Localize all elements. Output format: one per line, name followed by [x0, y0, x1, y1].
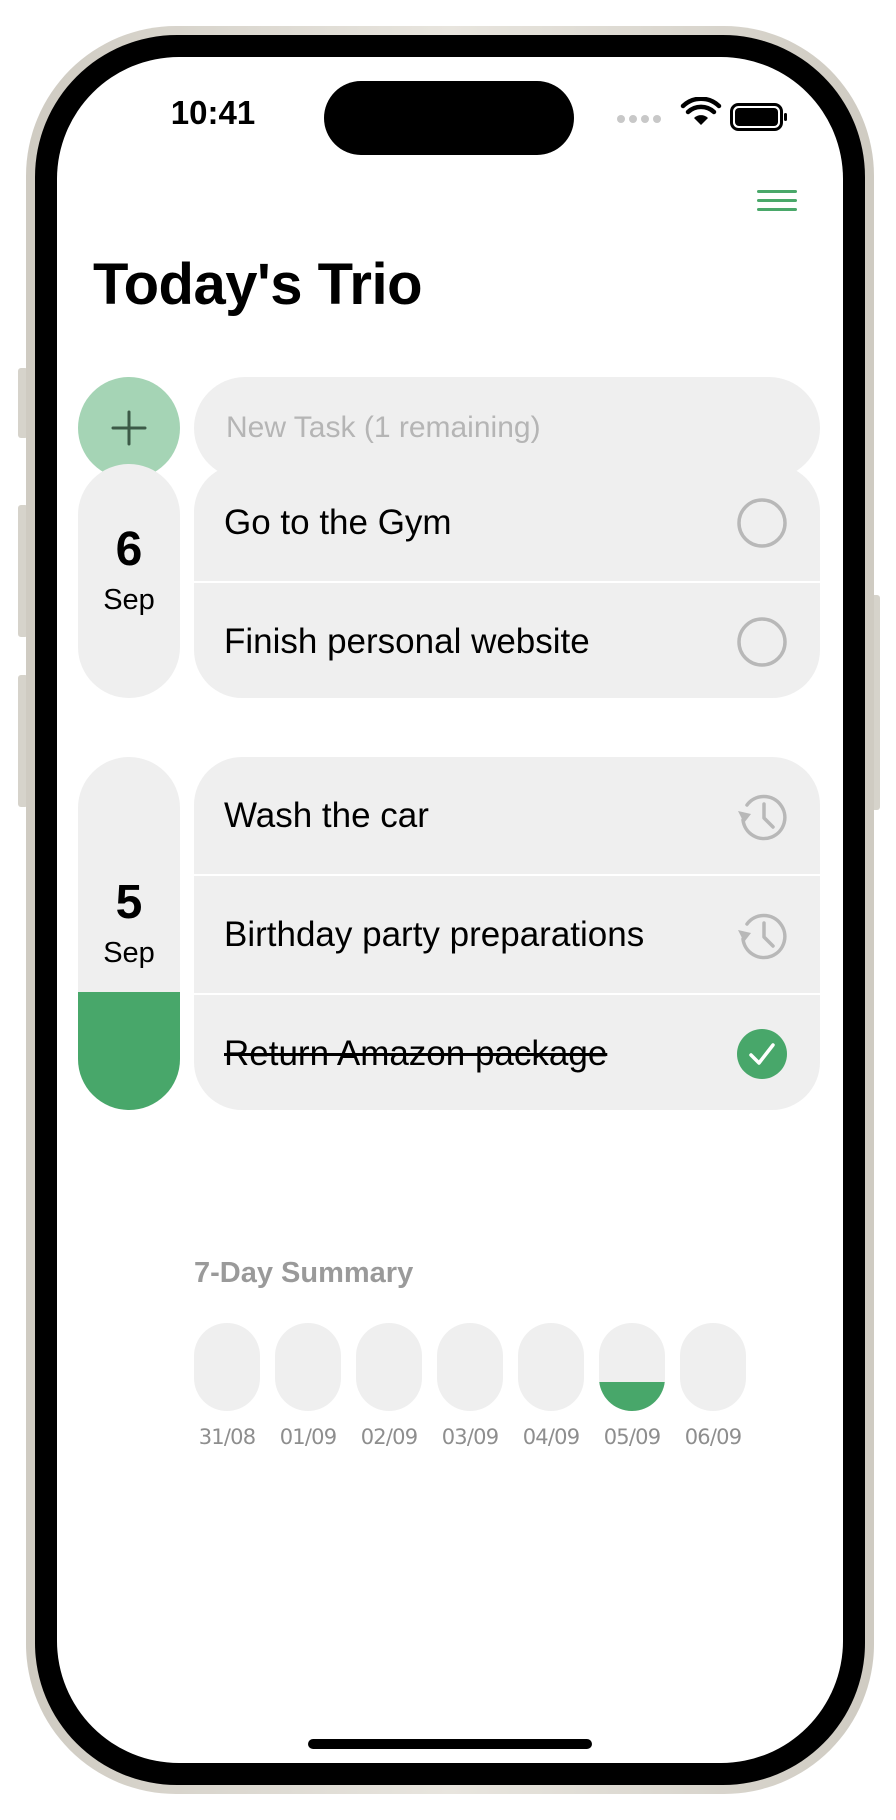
cellular-signal-icon: [617, 115, 661, 123]
new-task-input[interactable]: [224, 410, 788, 446]
date-day: 6: [115, 523, 143, 576]
task-row[interactable]: Return Amazon package: [194, 995, 820, 1110]
summary-day-label: 05/09: [603, 1425, 661, 1449]
summary-day-pill[interactable]: [194, 1323, 260, 1411]
task-label: Go to the Gym: [224, 503, 452, 542]
task-label: Wash the car: [224, 796, 429, 835]
dynamic-island: [324, 81, 574, 155]
task-label: Birthday party preparations: [224, 915, 645, 954]
task-group-5-sep: Wash the car Birthday party preparations…: [194, 757, 820, 1110]
task-label: Return Amazon package: [224, 1034, 608, 1073]
summary-day-label: 04/09: [522, 1425, 580, 1449]
status-icons: [617, 97, 787, 131]
battery-icon: [730, 103, 787, 131]
summary-day-pill[interactable]: [356, 1323, 422, 1411]
wifi-icon: [680, 97, 722, 125]
task-row[interactable]: Birthday party preparations: [194, 876, 820, 993]
summary-day-pill[interactable]: [518, 1323, 584, 1411]
summary-day-label: 06/09: [684, 1425, 742, 1449]
app-screen: 10:41 Today's Trio New Task (1 remaining…: [57, 57, 843, 1763]
summary-day-pill[interactable]: [680, 1323, 746, 1411]
empty-circle-icon[interactable]: [736, 497, 788, 549]
summary-day-label: 03/09: [441, 1425, 499, 1449]
task-row[interactable]: Wash the car: [194, 757, 820, 874]
task-group-6-sep: Go to the Gym Finish personal website: [194, 464, 820, 698]
task-row[interactable]: Finish personal website: [194, 583, 820, 698]
task-label: Finish personal website: [224, 622, 590, 661]
date-pill-6-sep: 6 Sep: [78, 464, 180, 698]
date-day: 5: [115, 876, 143, 929]
date-month: Sep: [103, 584, 155, 616]
home-indicator: [308, 1739, 592, 1749]
history-clock-icon[interactable]: [732, 909, 790, 961]
task-row[interactable]: Go to the Gym: [194, 464, 820, 581]
phone-device: 10:41 Today's Trio New Task (1 remaining…: [0, 0, 896, 1820]
page-title: Today's Trio: [93, 252, 423, 317]
hamburger-menu-icon[interactable]: [757, 187, 799, 217]
history-clock-icon[interactable]: [732, 790, 790, 842]
summary-day-label: 02/09: [360, 1425, 418, 1449]
summary-day-pill[interactable]: [599, 1323, 665, 1411]
summary-day-label: 01/09: [279, 1425, 337, 1449]
date-month: Sep: [103, 937, 155, 969]
date-completion-fill: [78, 992, 180, 1110]
summary-day-fill: [599, 1382, 665, 1411]
summary-title: 7-Day Summary: [194, 1257, 414, 1289]
summary-day-pill[interactable]: [437, 1323, 503, 1411]
plus-icon: [111, 410, 147, 446]
summary-day-label: 31/08: [198, 1425, 256, 1449]
date-pill-5-sep: 5 Sep: [78, 757, 180, 1110]
summary-day-pill[interactable]: [275, 1323, 341, 1411]
checkmark-circle-icon[interactable]: [736, 1028, 788, 1080]
empty-circle-icon[interactable]: [736, 616, 788, 668]
status-time: 10:41: [170, 94, 256, 131]
